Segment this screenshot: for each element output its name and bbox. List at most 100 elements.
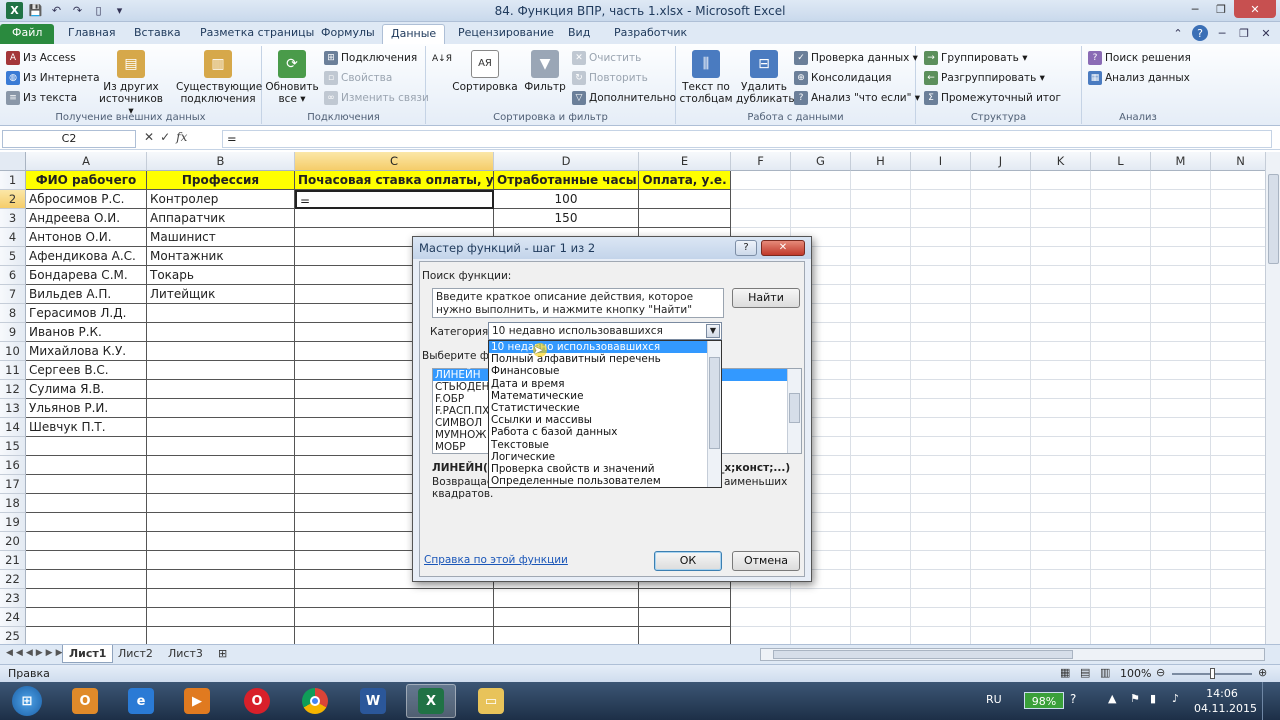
cell[interactable] (494, 589, 639, 608)
column-header[interactable]: E (639, 152, 731, 171)
close-icon[interactable]: ✕ (1234, 0, 1276, 18)
cell[interactable] (971, 456, 1031, 475)
row-header[interactable]: 6 (0, 266, 26, 285)
cell[interactable] (147, 532, 295, 551)
cell[interactable] (1031, 418, 1091, 437)
cell[interactable] (971, 266, 1031, 285)
cell[interactable] (147, 475, 295, 494)
table-cell[interactable] (147, 361, 295, 380)
cell[interactable] (911, 608, 971, 627)
zoom-slider[interactable] (1172, 668, 1252, 679)
table-cell[interactable] (147, 399, 295, 418)
cell[interactable] (1091, 380, 1151, 399)
properties-button[interactable]: ▫ Свойства (324, 68, 392, 87)
row-header[interactable]: 2 (0, 190, 26, 209)
cell[interactable] (851, 304, 911, 323)
cell[interactable] (851, 399, 911, 418)
cell[interactable] (1211, 627, 1271, 644)
cell[interactable] (911, 494, 971, 513)
cell[interactable] (1151, 570, 1211, 589)
cell[interactable] (911, 532, 971, 551)
cell[interactable] (971, 228, 1031, 247)
cell[interactable] (911, 190, 971, 209)
cell[interactable] (971, 171, 1031, 190)
row-header[interactable]: 21 (0, 551, 26, 570)
table-cell[interactable]: Сергеев В.С. (26, 361, 147, 380)
row-header[interactable]: 13 (0, 399, 26, 418)
cell[interactable] (1211, 247, 1271, 266)
table-cell[interactable]: Вильдев А.П. (26, 285, 147, 304)
cell[interactable] (911, 266, 971, 285)
taskbar-chrome[interactable] (290, 684, 340, 718)
table-cell[interactable] (147, 380, 295, 399)
doc-minimize-icon[interactable]: ─ (1214, 25, 1230, 41)
dropdown-scroll-thumb[interactable] (709, 357, 720, 449)
cell[interactable] (971, 513, 1031, 532)
column-header[interactable]: I (911, 152, 971, 171)
language-indicator[interactable]: RU (986, 693, 1002, 706)
cell[interactable] (911, 437, 971, 456)
cell[interactable] (971, 399, 1031, 418)
cell[interactable] (851, 475, 911, 494)
minimize-icon[interactable]: ─ (1182, 0, 1208, 18)
column-header[interactable]: H (851, 152, 911, 171)
cell[interactable] (1151, 513, 1211, 532)
category-option[interactable]: Текстовые (489, 439, 721, 451)
cell[interactable] (851, 285, 911, 304)
table-cell[interactable] (147, 418, 295, 437)
tray-expand-icon[interactable]: ▲ (1108, 692, 1116, 705)
cell[interactable] (147, 589, 295, 608)
view-normal-icon[interactable]: ▦ (1060, 666, 1070, 679)
cell[interactable] (147, 494, 295, 513)
tab-data[interactable]: Данные (382, 24, 446, 44)
cell[interactable] (1091, 608, 1151, 627)
category-option[interactable]: Ссылки и массивы (489, 414, 721, 426)
row-header[interactable]: 11 (0, 361, 26, 380)
cell[interactable] (851, 532, 911, 551)
cell[interactable] (851, 171, 911, 190)
cell[interactable] (971, 551, 1031, 570)
cell[interactable] (851, 418, 911, 437)
cell[interactable] (731, 627, 791, 644)
tab-insert[interactable]: Вставка (126, 24, 189, 44)
cell[interactable] (971, 209, 1031, 228)
cell[interactable] (971, 589, 1031, 608)
cell[interactable] (1151, 228, 1211, 247)
taskbar-opera[interactable]: O (232, 684, 282, 718)
cell[interactable] (731, 608, 791, 627)
table-cell[interactable]: Аппаратчик (147, 209, 295, 228)
table-cell[interactable]: Герасимов Л.Д. (26, 304, 147, 323)
reapply-button[interactable]: ↻ Повторить (572, 68, 648, 87)
table-cell[interactable]: Андреева О.И. (26, 209, 147, 228)
cell[interactable] (1091, 532, 1151, 551)
cell[interactable] (26, 513, 147, 532)
cell[interactable] (1151, 342, 1211, 361)
table-cell[interactable]: Абросимов Р.С. (26, 190, 147, 209)
cell[interactable] (1031, 228, 1091, 247)
clear-button[interactable]: ✕ Очистить (572, 48, 641, 67)
cell[interactable] (911, 342, 971, 361)
taskbar-excel[interactable]: X (406, 684, 456, 718)
cell[interactable] (147, 513, 295, 532)
cell[interactable] (1211, 551, 1271, 570)
cell[interactable] (911, 304, 971, 323)
cell[interactable] (1031, 532, 1091, 551)
row-header[interactable]: 18 (0, 494, 26, 513)
cell[interactable] (851, 190, 911, 209)
connections-button[interactable]: ⊞ Подключения (324, 48, 417, 67)
remove-duplicates-button[interactable]: ⊟ Удалить дубликаты (736, 50, 797, 105)
cell[interactable] (911, 456, 971, 475)
cell[interactable] (971, 380, 1031, 399)
table-cell[interactable]: Токарь (147, 266, 295, 285)
cell[interactable] (1091, 437, 1151, 456)
from-text-button[interactable]: ≡ Из текста (6, 88, 77, 107)
column-header[interactable]: N (1211, 152, 1271, 171)
cell[interactable] (639, 589, 731, 608)
taskbar-ie[interactable]: e (116, 684, 166, 718)
row-header[interactable]: 24 (0, 608, 26, 627)
cell[interactable] (851, 627, 911, 644)
cell[interactable] (1091, 304, 1151, 323)
existing-connections-button[interactable]: ▥ Существующие подключения (176, 50, 262, 105)
row-header[interactable]: 12 (0, 380, 26, 399)
cell[interactable] (911, 209, 971, 228)
